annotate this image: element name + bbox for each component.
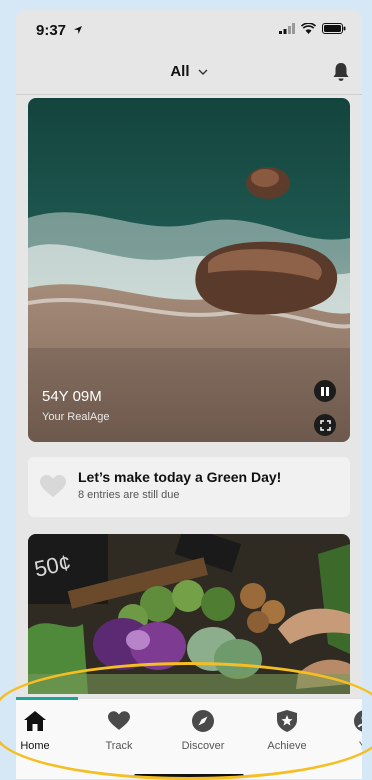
shield-star-icon xyxy=(252,707,322,735)
pause-icon xyxy=(321,386,329,396)
bell-icon xyxy=(333,63,349,81)
vegetable-market-image: 50¢ xyxy=(28,534,350,694)
green-day-title: Let’s make today a Green Day! xyxy=(78,469,282,485)
time-text: 9:37 xyxy=(36,22,67,39)
vegetable-market-card[interactable]: 50¢ xyxy=(28,534,350,694)
filter-dropdown[interactable]: All xyxy=(16,63,362,80)
tab-achieve-label: Achieve xyxy=(267,740,307,752)
chevron-down-icon xyxy=(198,69,208,75)
home-icon xyxy=(16,707,70,735)
home-indicator[interactable] xyxy=(134,774,244,778)
heart-icon xyxy=(40,475,66,503)
realage-hero-card[interactable]: 54Y 09M Your RealAge xyxy=(28,98,350,442)
green-day-subtitle: 8 entries are still due xyxy=(78,489,180,501)
signal-icon xyxy=(279,23,295,34)
profile-icon xyxy=(330,707,362,735)
green-day-card[interactable]: Let’s make today a Green Day! 8 entries … xyxy=(28,457,350,517)
heart-icon xyxy=(84,707,154,735)
phone-screen: 9:37 All 54Y 09M Your RealAge Let’s make… xyxy=(16,10,362,779)
tab-discover-label: Discover xyxy=(181,740,225,752)
pause-button[interactable] xyxy=(314,380,336,402)
tab-achieve[interactable]: Achieve xyxy=(252,707,322,752)
status-icons xyxy=(279,23,346,34)
active-tab-indicator xyxy=(16,697,78,700)
realage-label: Your RealAge xyxy=(42,411,110,423)
tab-profile-label: Yo xyxy=(330,740,362,752)
tab-discover[interactable]: Discover xyxy=(168,707,238,752)
fullscreen-button[interactable] xyxy=(314,414,336,436)
tab-home[interactable]: Home xyxy=(16,707,70,752)
top-header: All xyxy=(16,50,362,95)
notifications-button[interactable] xyxy=(332,62,350,87)
tab-track-label: Track xyxy=(105,740,133,752)
fullscreen-icon xyxy=(319,419,331,431)
status-bar: 9:37 xyxy=(16,10,362,50)
tab-home-label: Home xyxy=(20,740,50,752)
compass-icon xyxy=(168,707,238,735)
status-time: 9:37 xyxy=(36,22,83,39)
wifi-icon xyxy=(301,23,316,34)
bottom-tab-bar: Home Track Discover Achieve Yo xyxy=(16,697,362,779)
tab-track[interactable]: Track xyxy=(84,707,154,752)
tab-profile[interactable]: Yo xyxy=(330,707,362,752)
location-arrow-icon xyxy=(74,26,83,34)
realage-value: 54Y 09M xyxy=(42,388,102,405)
battery-icon xyxy=(322,23,346,34)
filter-label: All xyxy=(170,63,190,80)
